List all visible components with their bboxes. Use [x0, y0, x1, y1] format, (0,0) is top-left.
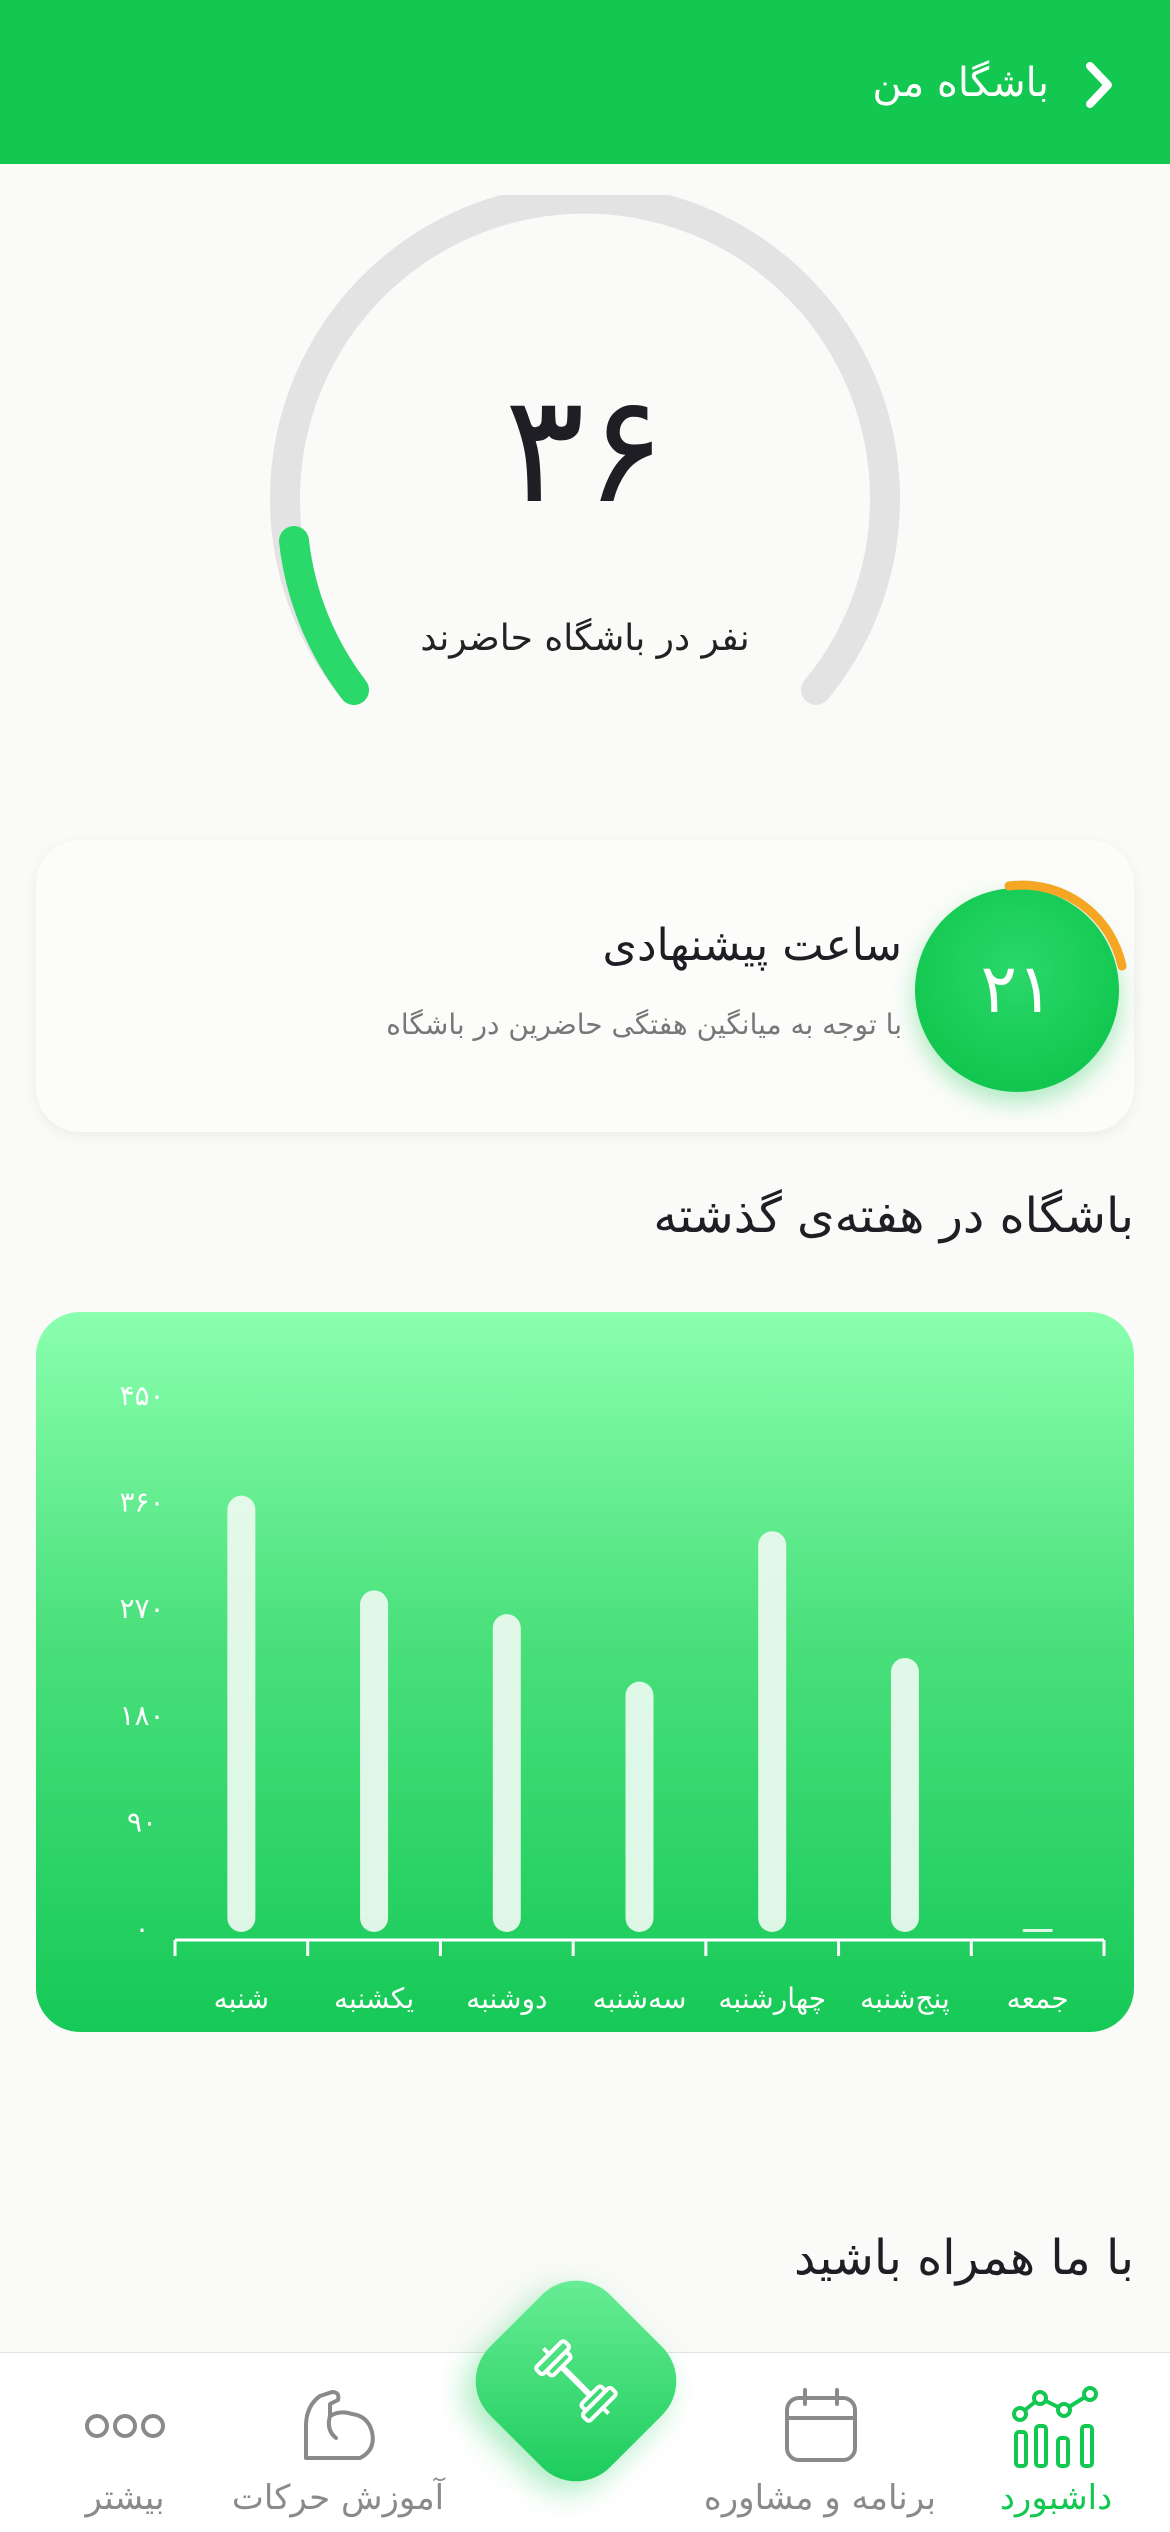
bar[interactable]	[227, 1495, 256, 1932]
chevron-right-icon[interactable]	[1074, 58, 1124, 112]
y-tick-label: ۹۰	[127, 1805, 157, 1838]
x-tick-label: یکشنبه	[334, 1982, 414, 2015]
tab-label-exercises: آموزش حرکات	[231, 2478, 445, 2518]
bar[interactable]	[492, 1614, 521, 1932]
x-tick-label: پنج‌شنبه	[860, 1982, 950, 2015]
occupancy-count: ۳۶	[504, 363, 666, 537]
stay-with-us-title: با ما همراه باشید	[793, 2230, 1134, 2286]
x-tick-label: چهارشنبه	[718, 1982, 826, 2015]
tab-program[interactable]: برنامه و مشاوره	[703, 2352, 936, 2532]
bar[interactable]	[890, 1657, 919, 1932]
weekly-section-title: باشگاه در هفته‌ی گذشته	[653, 1188, 1134, 1244]
tab-label-more: بیشتر	[85, 2478, 165, 2518]
y-tick-label: ۰	[134, 1912, 149, 1945]
page-title: باشگاه من	[872, 60, 1049, 106]
dashboard-chart-icon	[1012, 2386, 1100, 2474]
recommended-hour-title: ساعت پیشنهادی	[602, 920, 903, 971]
tab-dashboard[interactable]: داشبورد	[966, 2352, 1146, 2532]
tab-more[interactable]: بیشتر	[50, 2352, 200, 2532]
bar[interactable]	[625, 1681, 654, 1932]
y-tick-label: ۱۸۰	[119, 1699, 164, 1732]
dumbbell-icon	[526, 2331, 626, 2431]
more-dots-icon	[83, 2412, 167, 2444]
occupancy-caption: نفر در باشگاه حاضرند	[420, 618, 750, 659]
muscle-arm-icon	[296, 2386, 380, 2470]
tab-exercises[interactable]: آموزش حرکات	[228, 2352, 448, 2532]
y-tick-label: ۲۷۰	[119, 1592, 164, 1625]
y-tick-label: ۴۵۰	[119, 1379, 164, 1412]
tab-label-dashboard: داشبورد	[999, 2478, 1113, 2518]
recommended-hour-badge: ۲۱	[915, 880, 1127, 1092]
badge-progress-arc	[1004, 880, 1127, 971]
weekly-bar-chart: ۰ ۹۰ ۱۸۰ ۲۷۰ ۳۶۰ ۴۵۰ شنبه یکشنبه دوشنبه سه‌شنبه چه…	[119, 1379, 1106, 2015]
tab-label-program: برنامه و مشاوره	[703, 2478, 936, 2518]
weekly-chart-card: ۰ ۹۰ ۱۸۰ ۲۷۰ ۳۶۰ ۴۵۰ شنبه یکشنبه دوشنبه سه‌شنبه چه…	[36, 1312, 1134, 2032]
x-tick-label: شنبه	[214, 1982, 269, 2015]
bar[interactable]	[758, 1531, 787, 1932]
recommended-hour-subtitle: با توجه به میانگین هفتگی حاضرین در باشگا…	[386, 1008, 902, 1041]
calendar-icon	[781, 2386, 861, 2470]
x-tick-label: دوشنبه	[466, 1982, 547, 2015]
bar[interactable]	[1022, 1929, 1053, 1932]
bar[interactable]	[360, 1590, 389, 1932]
top-app-bar: باشگاه من	[0, 0, 1170, 164]
gauge-fill	[279, 526, 369, 705]
y-tick-label: ۳۶۰	[119, 1486, 164, 1519]
x-tick-label: سه‌شنبه	[593, 1982, 687, 2015]
x-tick-label: جمعه	[1007, 1982, 1069, 2015]
